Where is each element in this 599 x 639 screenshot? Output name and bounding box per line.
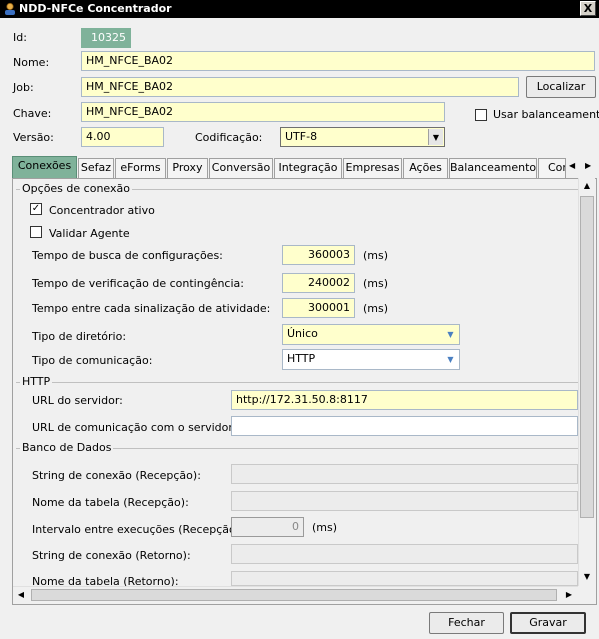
tempo-verificacao-input[interactable]: 240002 — [282, 273, 355, 293]
versao-label: Versão: — [13, 131, 54, 144]
tabela-recepcao-label: Nome da tabela (Recepção): — [32, 496, 189, 509]
tempo-verificacao-label: Tempo de verificação de contingência: — [32, 277, 244, 290]
tab-cor[interactable]: Cor — [538, 158, 566, 178]
nome-label: Nome: — [13, 56, 50, 69]
tabela-recepcao-input[interactable] — [231, 491, 578, 511]
tab-strip: Conexões Sefaz eForms Proxy Conversão In… — [12, 156, 599, 178]
tab-sefaz[interactable]: Sefaz — [78, 158, 114, 178]
scroll-down-icon[interactable]: ▼ — [579, 569, 595, 585]
nome-input[interactable]: HM_NFCE_BA02 — [81, 51, 595, 71]
codificacao-label: Codificação: — [195, 131, 263, 144]
job-input[interactable]: HM_NFCE_BA02 — [81, 77, 519, 97]
usar-balanceamento-label: Usar balanceamento — [493, 108, 599, 121]
id-field: 10325 — [81, 28, 131, 48]
tab-scroll-left-icon[interactable]: ◀ — [569, 161, 575, 170]
tipo-diretorio-label: Tipo de diretório: — [32, 330, 127, 343]
vertical-scrollbar[interactable]: ▲ ▼ — [578, 178, 595, 586]
tempo-sinalizacao-label: Tempo entre cada sinalização de atividad… — [32, 302, 271, 315]
app-icon — [5, 2, 15, 15]
tempo-busca-input[interactable]: 360003 — [282, 245, 355, 265]
tab-empresas[interactable]: Empresas — [343, 158, 402, 178]
check-icon: ✓ — [31, 203, 41, 214]
chevron-down-icon[interactable]: ▼ — [443, 351, 458, 368]
concentrador-ativo-checkbox[interactable]: ✓ — [30, 203, 42, 215]
opcoes-conexao-title: Opções de conexão — [20, 182, 132, 195]
group-divider — [16, 382, 578, 383]
scroll-up-icon[interactable]: ▲ — [579, 178, 595, 194]
tabela-retorno-input[interactable] — [231, 571, 578, 586]
concentrador-ativo-label: Concentrador ativo — [49, 204, 155, 217]
tab-conversao[interactable]: Conversão — [209, 158, 273, 178]
tempo-busca-unit: (ms) — [363, 249, 389, 262]
tab-acoes[interactable]: Ações — [403, 158, 448, 178]
tab-scroll-right-icon[interactable]: ▶ — [585, 161, 591, 170]
tipo-diretorio-select[interactable]: Único ▼ — [282, 324, 460, 345]
url-comunicacao-input[interactable] — [231, 416, 578, 436]
chevron-down-icon[interactable]: ▼ — [443, 326, 458, 343]
chave-input[interactable]: HM_NFCE_BA02 — [81, 102, 445, 122]
chave-label: Chave: — [13, 107, 52, 120]
tempo-sinalizacao-input[interactable]: 300001 — [282, 298, 355, 318]
validar-agente-label: Validar Agente — [49, 227, 130, 240]
url-servidor-label: URL do servidor: — [32, 394, 123, 407]
chevron-down-icon[interactable]: ▼ — [428, 129, 443, 145]
tempo-busca-label: Tempo de busca de configurações: — [32, 249, 223, 262]
fechar-button[interactable]: Fechar — [429, 612, 504, 634]
close-icon: X — [583, 2, 593, 15]
tab-integracao[interactable]: Integração — [274, 158, 342, 178]
intervalo-label: Intervalo entre execuções (Recepção): — [32, 523, 244, 536]
horizontal-scrollbar[interactable]: ◀ ▶ — [13, 586, 578, 603]
string-recepcao-label: String de conexão (Recepção): — [32, 469, 201, 482]
codificacao-value: UTF-8 — [285, 130, 318, 143]
localizar-button[interactable]: Localizar — [526, 76, 596, 98]
tipo-comunicacao-label: Tipo de comunicação: — [32, 354, 153, 367]
url-servidor-input[interactable]: http://172.31.50.8:8117 — [231, 390, 578, 410]
tempo-sinalizacao-unit: (ms) — [363, 302, 389, 315]
tab-balanceamento[interactable]: Balanceamento — [449, 158, 537, 178]
tempo-verificacao-unit: (ms) — [363, 277, 389, 290]
string-retorno-label: String de conexão (Retorno): — [32, 549, 191, 562]
title-bar: NDD-NFCe Concentrador X — [0, 0, 599, 18]
intervalo-unit: (ms) — [312, 521, 338, 534]
intervalo-input[interactable]: 0 — [231, 517, 304, 537]
codificacao-select[interactable]: UTF-8 ▼ — [280, 127, 445, 147]
scroll-thumb[interactable] — [580, 196, 594, 518]
gravar-button[interactable]: Gravar — [510, 612, 586, 634]
versao-input[interactable]: 4.00 — [81, 127, 164, 147]
id-label: Id: — [13, 31, 27, 44]
scroll-right-icon[interactable]: ▶ — [561, 587, 577, 603]
validar-agente-checkbox[interactable] — [30, 226, 42, 238]
string-recepcao-input[interactable] — [231, 464, 578, 484]
scroll-thumb[interactable] — [31, 589, 557, 601]
banco-dados-title: Banco de Dados — [20, 441, 114, 454]
usar-balanceamento-checkbox[interactable] — [475, 109, 487, 121]
url-comunicacao-label: URL de comunicação com o servidor: — [32, 421, 237, 434]
http-title: HTTP — [20, 375, 53, 388]
tab-proxy[interactable]: Proxy — [167, 158, 208, 178]
tab-eforms[interactable]: eForms — [115, 158, 166, 178]
job-label: Job: — [13, 81, 34, 94]
window-title: NDD-NFCe Concentrador — [19, 2, 172, 15]
tab-conexoes[interactable]: Conexões — [12, 156, 77, 178]
scroll-left-icon[interactable]: ◀ — [13, 587, 29, 603]
tipo-comunicacao-value: HTTP — [287, 352, 316, 365]
string-retorno-input[interactable] — [231, 544, 578, 564]
tipo-comunicacao-select[interactable]: HTTP ▼ — [282, 349, 460, 370]
close-button[interactable]: X — [580, 1, 596, 16]
tipo-diretorio-value: Único — [287, 327, 318, 340]
